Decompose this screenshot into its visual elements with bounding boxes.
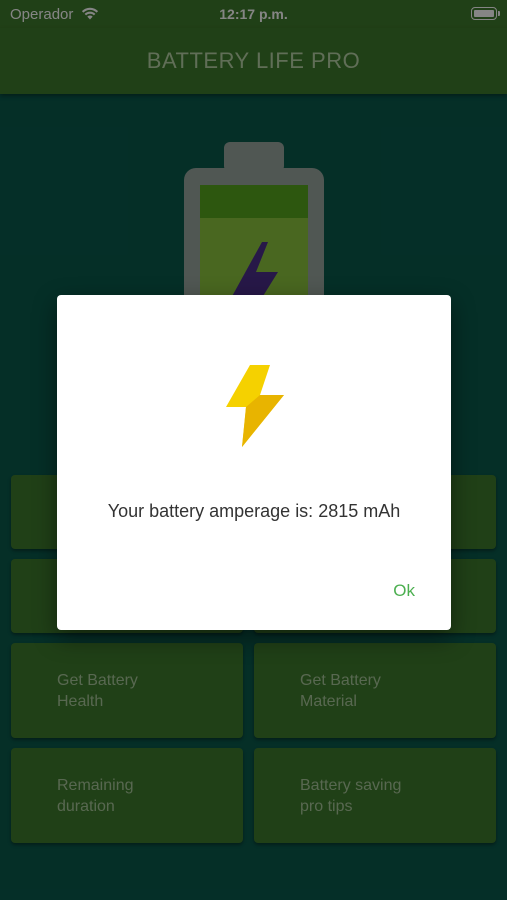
ok-button[interactable]: Ok: [393, 581, 415, 601]
dialog-message: Your battery amperage is: 2815 mAh: [107, 501, 401, 521]
amperage-dialog: Your battery amperage is: 2815 mAh Ok: [57, 295, 451, 630]
app-screen: Operador 12:17 p.m. BATTERY LIFE PRO Get…: [0, 0, 507, 900]
lightning-bolt-icon: [226, 365, 284, 447]
